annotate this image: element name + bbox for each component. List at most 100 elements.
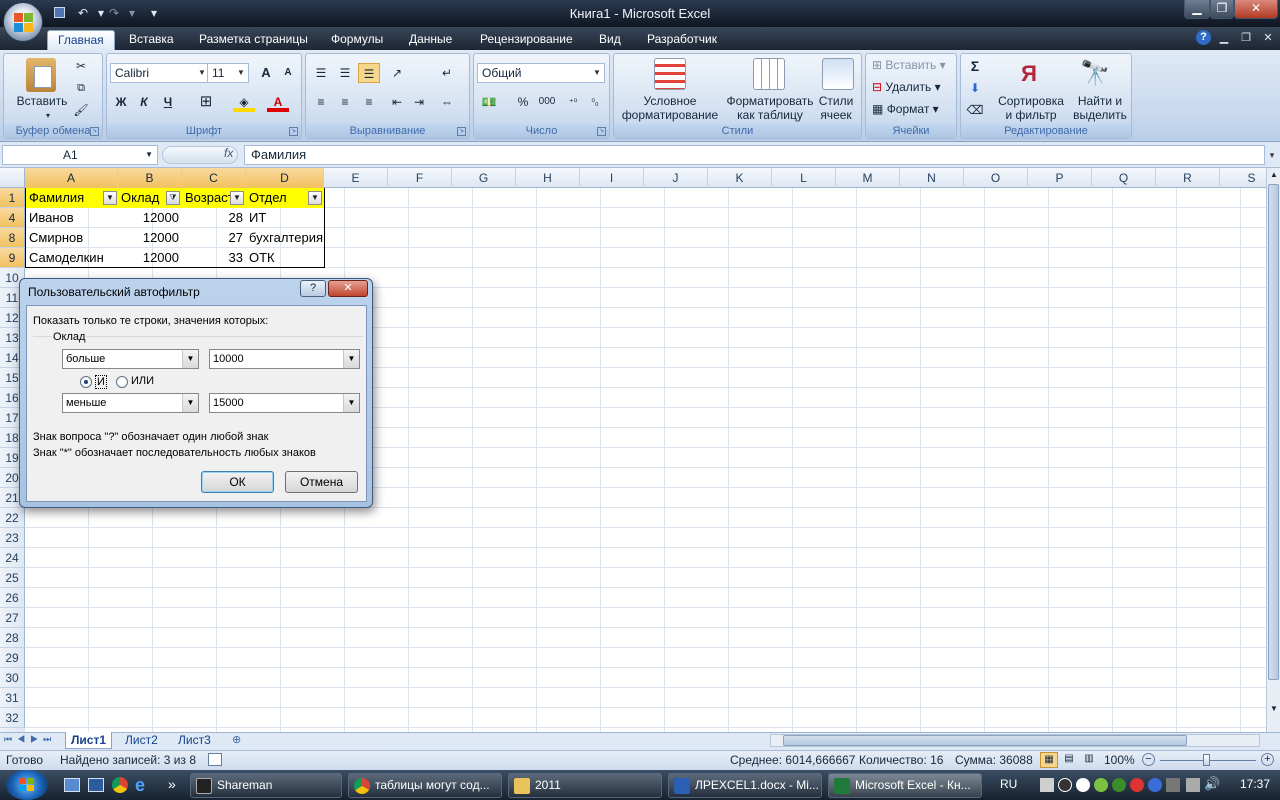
percent-button[interactable]: % xyxy=(512,92,534,112)
expand-formula-icon[interactable]: ▾ xyxy=(1266,145,1278,165)
page-break-view-icon[interactable]: ▥ xyxy=(1080,752,1098,768)
select-all-corner[interactable] xyxy=(0,168,25,188)
column-header[interactable]: L xyxy=(772,168,836,188)
column-header[interactable]: A xyxy=(25,168,118,188)
merge-center-icon[interactable]: ⇔ xyxy=(436,92,458,112)
tab-formulas[interactable]: Формулы xyxy=(321,30,393,51)
column-header[interactable]: Q xyxy=(1092,168,1156,188)
condition2-operator-select[interactable]: меньше ▼ xyxy=(62,393,199,413)
copy-icon[interactable]: ⧉ xyxy=(70,78,92,98)
condition2-value-combo[interactable]: 15000 ▼ xyxy=(209,393,360,413)
volume-icon[interactable]: 🔊 xyxy=(1204,776,1220,792)
sort-filter-button[interactable]: Сортировка и фильтр xyxy=(995,94,1067,122)
dialog-close-button[interactable]: ✕ xyxy=(328,280,368,297)
table-cell[interactable]: 12000 xyxy=(118,228,182,248)
scroll-down-icon[interactable]: ▼ xyxy=(1268,702,1280,716)
column-header[interactable]: O xyxy=(964,168,1028,188)
and-radio[interactable] xyxy=(80,376,92,388)
office-button[interactable] xyxy=(3,2,43,42)
cell-styles-button[interactable]: Стили ячеек xyxy=(814,94,858,122)
insert-sheet-icon[interactable]: ⊕ xyxy=(232,733,248,747)
vertical-scrollbar[interactable]: ▲ ▼ xyxy=(1266,168,1280,732)
or-radio[interactable] xyxy=(116,376,128,388)
shrink-font-icon[interactable]: A xyxy=(277,63,299,83)
zoom-in-icon[interactable]: + xyxy=(1261,753,1274,766)
align-middle-icon[interactable]: ☰ xyxy=(334,63,356,83)
font-size-combo[interactable]: 11 ▼ xyxy=(207,63,249,83)
row-header[interactable]: 26 xyxy=(0,588,25,608)
row-header[interactable]: 27 xyxy=(0,608,25,628)
italic-button[interactable]: К xyxy=(133,92,155,112)
format-as-table-button[interactable]: Форматировать как таблицу xyxy=(726,94,814,122)
dialog-launcher-icon[interactable]: ↘ xyxy=(597,127,606,136)
fill-color-icon[interactable]: ◈ xyxy=(233,92,255,112)
filter-dropdown-icon[interactable]: ▼ xyxy=(308,191,322,205)
sheet-tab-1[interactable]: Лист1 xyxy=(65,732,113,749)
row-header[interactable]: 9 xyxy=(0,248,25,268)
zoom-out-icon[interactable]: − xyxy=(1142,753,1155,766)
filter-active-icon[interactable]: ⧩ xyxy=(166,191,180,205)
taskbar-item[interactable]: ЛPEXCEL1.docx - Mi... xyxy=(668,773,822,798)
table-cell[interactable]: ОТК xyxy=(246,248,324,268)
dialog-launcher-icon[interactable]: ↘ xyxy=(289,127,298,136)
page-layout-view-icon[interactable]: ▤ xyxy=(1060,752,1078,768)
sheet-tab-3[interactable]: Лист3 xyxy=(173,732,216,749)
fill-icon[interactable]: ⬇ xyxy=(964,78,986,98)
insert-cells-button[interactable]: ⊞ Вставить ▾ xyxy=(872,58,946,72)
column-header[interactable]: E xyxy=(324,168,388,188)
conditional-formatting-button[interactable]: Условное форматирование xyxy=(616,94,724,122)
increase-decimal-icon[interactable]: ⁺⁰ xyxy=(562,92,584,112)
sheet-tab-2[interactable]: Лист2 xyxy=(120,732,163,749)
help-icon[interactable]: ? xyxy=(1196,30,1211,45)
formula-input[interactable]: Фамилия xyxy=(244,145,1265,165)
font-color-icon[interactable]: A xyxy=(267,92,289,112)
row-header[interactable]: 28 xyxy=(0,628,25,648)
tray-icon[interactable] xyxy=(1076,778,1090,792)
or-label[interactable]: ИЛИ xyxy=(131,375,154,387)
save-icon[interactable] xyxy=(50,5,68,21)
customize-qat-icon[interactable]: ▾ xyxy=(145,5,163,21)
align-right-icon[interactable]: ≡ xyxy=(358,92,380,112)
column-header[interactable]: M xyxy=(836,168,900,188)
tray-icon[interactable] xyxy=(1130,778,1144,792)
chrome-icon[interactable] xyxy=(112,777,128,793)
row-header[interactable]: 24 xyxy=(0,548,25,568)
taskbar-item[interactable]: таблицы могут сод... xyxy=(348,773,502,798)
tab-review[interactable]: Рецензирование xyxy=(470,30,583,51)
dialog-launcher-icon[interactable]: ↘ xyxy=(90,127,99,136)
table-cell[interactable]: 12000 xyxy=(118,208,182,228)
tray-icon[interactable] xyxy=(1112,778,1126,792)
ok-button[interactable]: ОК xyxy=(201,471,274,493)
sheet-nav-icons[interactable]: ⏮◀▶⏭ xyxy=(4,734,56,745)
table-cell[interactable]: 12000 xyxy=(118,248,182,268)
row-header[interactable]: 31 xyxy=(0,688,25,708)
thousands-button[interactable]: 000 xyxy=(536,92,558,112)
tray-icon[interactable] xyxy=(1058,778,1072,792)
table-cell[interactable]: ИТ xyxy=(246,208,324,228)
row-header[interactable]: 30 xyxy=(0,668,25,688)
align-bottom-icon[interactable]: ☰ xyxy=(358,63,380,83)
tray-icon[interactable] xyxy=(1040,778,1054,792)
column-header[interactable]: F xyxy=(388,168,452,188)
name-box[interactable]: A1 ▼ xyxy=(2,145,158,165)
quicklaunch-more-icon[interactable]: » xyxy=(168,776,176,792)
row-header[interactable]: 4 xyxy=(0,208,25,228)
table-cell[interactable]: бухгалтерия xyxy=(246,228,324,248)
number-format-combo[interactable]: Общий ▼ xyxy=(477,63,605,83)
column-header[interactable]: G xyxy=(452,168,516,188)
tab-developer[interactable]: Разработчик xyxy=(637,30,727,51)
insert-function-icon[interactable]: fx xyxy=(224,146,233,160)
autosum-button[interactable]: Σ xyxy=(964,56,986,76)
language-indicator[interactable]: RU xyxy=(1000,777,1017,791)
network-icon[interactable] xyxy=(1186,778,1200,792)
macro-record-icon[interactable] xyxy=(208,753,222,766)
row-header[interactable]: 29 xyxy=(0,648,25,668)
taskbar-item[interactable]: 2011 xyxy=(508,773,662,798)
paste-button[interactable]: Вставить xyxy=(12,94,72,108)
scroll-thumb[interactable] xyxy=(1268,184,1279,680)
clear-icon[interactable]: ⌫ xyxy=(964,100,986,120)
horizontal-scrollbar[interactable] xyxy=(770,734,1260,747)
column-header[interactable]: J xyxy=(644,168,708,188)
tab-page-layout[interactable]: Разметка страницы xyxy=(189,30,318,51)
taskbar-item[interactable]: Microsoft Excel - Кн... xyxy=(828,773,982,798)
